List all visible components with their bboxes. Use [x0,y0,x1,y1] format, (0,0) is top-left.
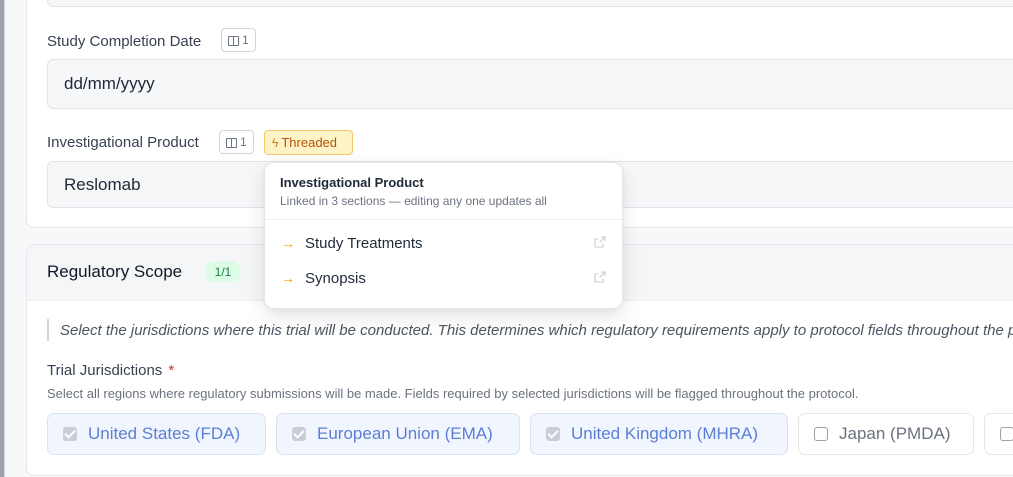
investigational-product-label: Investigational Product [47,134,199,151]
linked-section-study-treatments[interactable]: → Study Treatments [265,228,622,258]
external-link-icon[interactable] [594,271,606,283]
regulatory-scope-title: Regulatory Scope [47,262,183,281]
arrow-right-icon: → [281,235,295,251]
required-marker: * [168,362,175,379]
popover-divider [265,219,622,220]
trial-jurisdictions-label: Trial Jurisdictions * [47,362,174,379]
jurisdiction-label: United Kingdom (MHRA) [571,424,759,443]
previous-field-input[interactable] [47,0,1013,7]
jurisdiction-option-uk[interactable]: United Kingdom (MHRA) [530,413,788,455]
jurisdiction-option-more[interactable] [984,413,1013,455]
threaded-links-popover: Investigational Product Linked in 3 sect… [264,162,623,309]
checkbox-unchecked-icon [814,427,828,441]
jurisdictions-help: Select all regions where regulatory subm… [47,386,859,401]
date-placeholder: dd/mm/yyyy [64,74,155,93]
linked-section-synopsis[interactable]: → Synopsis [265,263,622,293]
trial-jurisdictions-text: Trial Jurisdictions [47,362,163,379]
completion-count-badge: 1/1 [205,261,241,282]
left-divider [4,0,5,477]
ref-count: 1 [240,135,247,149]
checkbox-checked-icon [292,427,306,441]
checkbox-checked-icon [63,427,77,441]
completion-date-ref-badge[interactable]: 1 [221,28,256,52]
jurisdiction-option-eu[interactable]: European Union (EMA) [276,413,520,455]
jurisdiction-label: European Union (EMA) [317,424,493,443]
jurisdiction-option-us[interactable]: United States (FDA) [47,413,266,455]
regulatory-note: Select the jurisdictions where this tria… [47,319,1013,341]
ref-count: 1 [242,33,249,47]
completion-date-label: Study Completion Date [47,33,202,50]
book-icon [228,35,239,46]
lightning-icon: ϟ [272,135,279,150]
arrow-right-icon: → [281,270,295,286]
completion-date-input[interactable]: dd/mm/yyyy [47,59,1013,109]
regulatory-note-text: Select the jurisdictions where this tria… [60,321,1013,339]
threaded-label: Threaded [281,135,338,150]
investigational-product-ref-badge[interactable]: 1 [219,130,254,154]
investigational-product-value: Reslomab [64,174,141,194]
jurisdiction-option-japan[interactable]: Japan (PMDA) [798,413,974,455]
checkbox-checked-icon [546,427,560,441]
external-link-icon[interactable] [594,236,606,248]
book-icon [226,137,237,148]
linked-section-label: Synopsis [305,269,366,287]
popover-subtitle: Linked in 3 sections — editing any one u… [280,194,547,208]
jurisdiction-label: Japan (PMDA) [839,424,951,443]
checkbox-unchecked-icon [1000,427,1013,441]
jurisdiction-label: United States (FDA) [88,424,241,443]
popover-title: Investigational Product [280,175,424,190]
threaded-badge[interactable]: ϟ Threaded [264,130,353,155]
linked-section-label: Study Treatments [305,234,423,252]
